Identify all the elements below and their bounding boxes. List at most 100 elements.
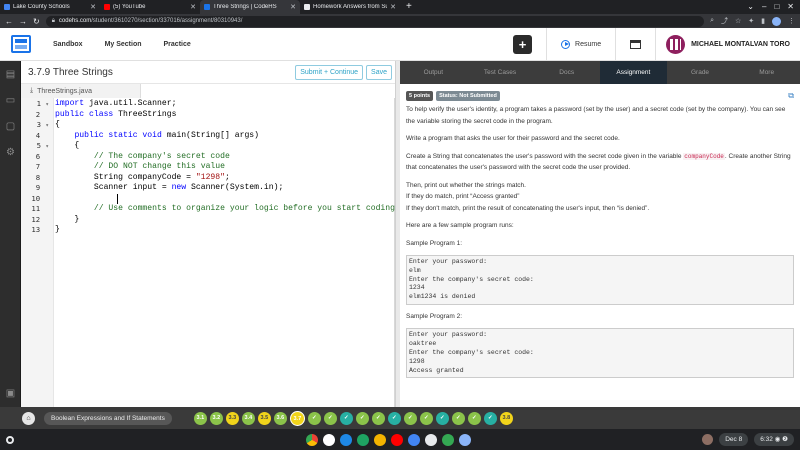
lesson-pill[interactable]: 3.2 (209, 411, 223, 425)
doc-icon[interactable]: ✓ (355, 411, 369, 425)
user-menu[interactable]: MICHAEL MONTALVAN TORO (656, 34, 800, 54)
lesson-pill[interactable]: 3.1 (193, 411, 207, 425)
gear-icon[interactable]: ⚙ (5, 147, 16, 158)
star-icon[interactable]: ☆ (735, 17, 741, 25)
close-icon[interactable]: ✕ (390, 3, 396, 11)
chevron-down-icon[interactable]: ⌄ (747, 0, 754, 14)
profile-avatar[interactable] (772, 16, 781, 26)
avatar[interactable] (702, 434, 714, 445)
line-number: 10 (31, 193, 41, 203)
codehs-logo[interactable] (0, 28, 42, 61)
nav-my-section[interactable]: My Section (94, 41, 153, 48)
layout-icon[interactable]: ▣ (5, 388, 16, 399)
line-number: 8 (35, 172, 41, 182)
pencil-icon[interactable]: ✓ (451, 411, 465, 425)
app-icon[interactable] (459, 433, 471, 446)
tab-grade[interactable]: Grade (667, 61, 734, 84)
check-icon[interactable]: ✓ (323, 411, 337, 425)
code-line[interactable]: String companyCode = "1298"; (55, 173, 394, 184)
browser-tab-active[interactable]: Three Strings | CodeHS ✕ (200, 0, 300, 14)
submit-continue-button[interactable]: Submit + Continue (295, 64, 364, 80)
code-line[interactable]: // Use comments to organize your logic b… (55, 204, 395, 215)
code-icon[interactable]: ✓ (435, 411, 449, 425)
nav-practice[interactable]: Practice (153, 41, 202, 48)
docs-icon[interactable] (340, 433, 352, 446)
drive-icon[interactable] (408, 433, 420, 446)
lesson-pill[interactable]: 3.5 (257, 411, 271, 425)
extension-icon[interactable]: ✦ (748, 17, 754, 25)
youtube-icon[interactable] (391, 433, 403, 446)
close-icon[interactable]: ✕ (190, 3, 196, 11)
code-editor[interactable]: 1 ▾ 2 3 ▾ 4 5 ▾ 6 7 8 9 10 11 12 13 impo… (21, 98, 395, 407)
lesson-breadcrumb[interactable]: Boolean Expressions and If Statements (44, 411, 172, 425)
play-icon (561, 39, 571, 49)
home-icon[interactable]: ⌂ (22, 411, 35, 425)
lesson-pill[interactable]: 3.7 (289, 410, 305, 426)
play-store-icon[interactable] (442, 433, 454, 446)
tab-output[interactable]: Output (400, 61, 467, 84)
resume-button[interactable]: Resume (546, 28, 615, 60)
forward-icon[interactable]: → (19, 17, 27, 26)
pencil-icon[interactable]: ✓ (419, 411, 433, 425)
lesson-pill[interactable]: 3.3 (225, 411, 239, 425)
doc-icon[interactable]: ✓ (387, 411, 401, 425)
doc-icon[interactable]: ✓ (339, 411, 353, 425)
gmail-icon[interactable] (323, 433, 335, 446)
tab-more[interactable]: More (733, 61, 800, 84)
launcher-icon[interactable] (6, 435, 14, 444)
clock-display[interactable]: 6:32 ◉ ❷ (754, 433, 794, 446)
doc-icon[interactable]: ✓ (371, 411, 385, 425)
slides-icon[interactable] (374, 433, 386, 446)
browser-tab[interactable]: (5) YouTube ✕ (100, 0, 200, 14)
external-link-icon[interactable]: ⧉ (788, 90, 794, 102)
close-window-icon[interactable]: ✕ (787, 0, 794, 14)
lesson-pill[interactable]: 3.6 (273, 411, 287, 425)
nav-sandbox[interactable]: Sandbox (42, 41, 94, 48)
lesson-pill[interactable]: 3.4 (241, 411, 255, 425)
pencil-icon[interactable]: ✓ (483, 411, 497, 425)
add-button[interactable]: + (513, 34, 533, 54)
tab-test-cases[interactable]: Test Cases (467, 61, 534, 84)
search-icon[interactable]: ⌕ (710, 17, 714, 25)
code-line[interactable]: // DO NOT change this value (55, 162, 394, 173)
code-line[interactable]: } (55, 215, 394, 226)
file-tab[interactable]: ⤓ ThreeStrings.java (21, 84, 141, 98)
code-line[interactable]: { (55, 120, 394, 131)
files-icon[interactable] (425, 433, 437, 446)
line-number: 7 (35, 162, 41, 171)
browser-tab[interactable]: Homework Answers from Subje ✕ (300, 0, 400, 14)
video-icon[interactable]: ✓ (307, 411, 321, 425)
code-icon[interactable]: ▢ (5, 121, 16, 132)
close-icon[interactable]: ✕ (90, 3, 96, 11)
lesson-pill[interactable]: 3.8 (499, 411, 513, 425)
map-icon[interactable]: ▤ (5, 69, 16, 80)
address-bar[interactable]: 🔒︎ codehs.com/student/3610270/section/33… (45, 15, 705, 27)
minimize-icon[interactable]: – (762, 0, 766, 14)
code-icon[interactable]: ✓ (467, 411, 481, 425)
new-tab-icon[interactable]: + (400, 0, 418, 14)
browser-tab[interactable]: Lake County Schools ✕ (0, 0, 100, 14)
calendar-icon[interactable]: ▭ (5, 95, 16, 106)
reload-icon[interactable]: ↻ (33, 17, 40, 26)
classroom-icon[interactable] (357, 433, 369, 446)
share-icon[interactable]: ⤴ (721, 16, 728, 26)
menu-icon[interactable]: ⋮ (788, 17, 795, 25)
code-line[interactable]: Scanner input = new Scanner(System.in); (55, 183, 394, 194)
maximize-icon[interactable]: □ (774, 0, 779, 14)
code-line[interactable]: public class ThreeStrings (55, 110, 394, 121)
tab-assignment[interactable]: Assignment (600, 61, 667, 84)
code-line[interactable]: } (55, 225, 394, 236)
code-line[interactable]: public static void main(String[] args) (55, 131, 394, 142)
code-line[interactable]: { (55, 141, 394, 152)
close-icon[interactable]: ✕ (290, 3, 296, 11)
layout-toggle-button[interactable] (615, 28, 657, 60)
chrome-icon[interactable] (306, 433, 318, 446)
date-display[interactable]: Dec 8 (719, 433, 749, 446)
doc-icon[interactable]: ✓ (403, 411, 417, 425)
sidebar-icon[interactable]: ▮ (761, 17, 765, 25)
code-line[interactable]: import java.util.Scanner; (55, 99, 394, 110)
back-icon[interactable]: ← (5, 17, 13, 26)
tab-docs[interactable]: Docs (533, 61, 600, 84)
save-button[interactable]: Save (366, 64, 392, 80)
code-line[interactable]: // The company's secret code (55, 152, 394, 163)
